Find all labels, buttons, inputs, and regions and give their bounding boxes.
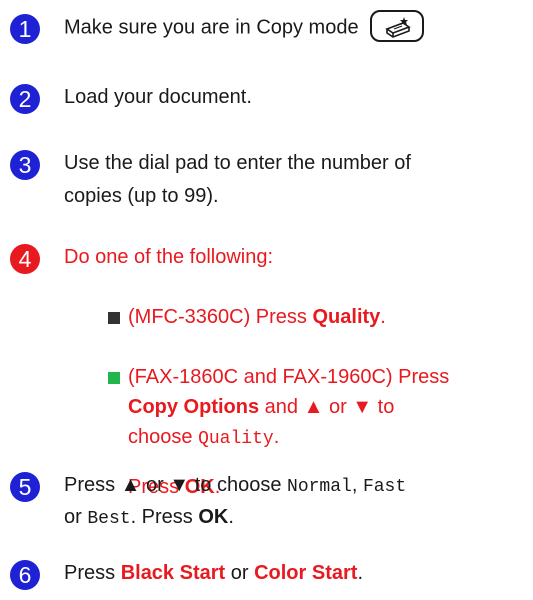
quality-key-label: Quality [312, 306, 381, 328]
black-start-key-label: Black Start [120, 562, 226, 584]
step-5-text: or [64, 506, 88, 528]
option-text: (FAX-1860C and FAX-1960C) Press [128, 366, 450, 388]
step-6-press: Press [64, 562, 121, 584]
lcd-fast-label: Fast [362, 477, 407, 497]
step-number-badge: 4 [10, 244, 40, 274]
step-number-badge: 2 [10, 84, 40, 114]
lcd-quality-label: Quality [198, 429, 274, 449]
step-number-badge: 6 [10, 560, 40, 590]
square-bullet-icon [108, 312, 120, 324]
step-number-badge: 3 [10, 150, 40, 180]
step-5-text: Press ▲ or ▼ to choose [64, 474, 288, 496]
step-1-text: Make sure you are in Copy mode [64, 16, 359, 39]
step-4-text: Do one of the following: [64, 246, 274, 268]
step-6-text: Press Black Start or Color Start. [64, 558, 363, 588]
ok-key-label: OK [198, 506, 229, 528]
step-6-end: . [357, 562, 363, 584]
step-6-or: or [225, 562, 255, 584]
step-5-text-end: . [228, 506, 234, 528]
step-5-line-2: or Best. Press OK. [64, 502, 234, 534]
lcd-normal-label: Normal [287, 477, 352, 497]
step-3-line-1: Use the dial pad to enter the number of [64, 152, 411, 174]
step-5-text: . Press [130, 506, 199, 528]
square-bullet-icon [108, 372, 120, 384]
step-5-line-1: Press ▲ or ▼ to choose Normal, Fast [64, 470, 406, 502]
copy-options-key-label: Copy Options [128, 396, 260, 418]
option-text: choose [128, 426, 199, 448]
step-3-line-2: copies (up to 99). [64, 185, 219, 207]
separator: , [351, 474, 363, 496]
option-text: and ▲ or ▼ to [259, 396, 395, 418]
option-text-end: . [380, 306, 386, 328]
lcd-best-label: Best [87, 509, 131, 529]
color-start-key-label: Color Start [254, 562, 358, 584]
option-text-end: . [273, 426, 280, 448]
copy-mode-icon [385, 17, 411, 38]
copy-mode-button [370, 10, 425, 42]
step-2-text: Load your document. [64, 86, 252, 108]
step-number-badge: 5 [10, 472, 40, 502]
option-text: (MFC-3360C) Press [128, 306, 313, 328]
step-text: Make sure you are in Copy mode [64, 10, 425, 44]
step-number-badge: 1 [10, 14, 40, 44]
